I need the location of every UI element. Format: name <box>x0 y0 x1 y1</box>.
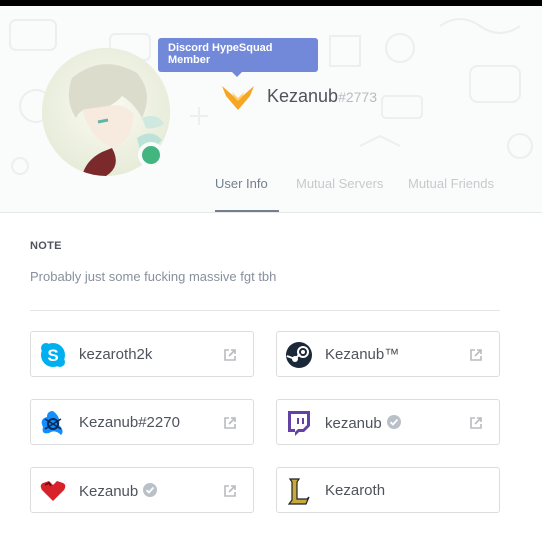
divider <box>30 310 500 311</box>
hypesquad-tooltip: Discord HypeSquad Member <box>158 38 318 77</box>
connected-account-twitch: kezanub <box>276 399 500 445</box>
account-name-text: Kezanub <box>79 483 139 500</box>
svg-text:S: S <box>47 346 58 365</box>
battlenet-icon <box>41 411 63 435</box>
username: Kezanub#2773 <box>267 86 377 107</box>
league-of-legends-icon <box>287 478 310 505</box>
online-status-indicator <box>138 142 164 168</box>
connected-account-youtube: Kezanub <box>30 467 254 513</box>
external-link-icon[interactable] <box>223 348 237 362</box>
note-title: NOTE <box>30 240 62 252</box>
tab-user-info[interactable]: User Info <box>215 174 279 212</box>
tab-mutual-friends[interactable]: Mutual Friends <box>408 174 494 212</box>
account-name: kezaroth2k <box>79 346 153 363</box>
account-name-text: kezanub <box>325 415 382 432</box>
connected-account-league: Kezaroth <box>276 467 500 513</box>
external-link-icon[interactable] <box>469 416 483 430</box>
skype-icon: S <box>41 343 65 367</box>
connected-account-steam: Kezanub™ <box>276 331 500 377</box>
external-link-icon[interactable] <box>469 348 483 362</box>
account-name: kezanub <box>325 414 402 432</box>
twitch-icon <box>288 411 310 436</box>
account-name: Kezanub <box>79 482 158 500</box>
steam-icon <box>286 342 312 368</box>
username-discriminator: #2773 <box>338 89 377 105</box>
verified-check-icon <box>386 415 401 429</box>
note-input[interactable]: Probably just some fucking massive fgt t… <box>30 269 276 284</box>
tab-mutual-servers[interactable]: Mutual Servers <box>296 174 383 212</box>
username-name: Kezanub <box>267 86 339 106</box>
connected-account-skype: S kezaroth2k <box>30 331 254 377</box>
account-name: Kezanub#2270 <box>79 414 180 431</box>
user-profile-modal: Discord HypeSquad Member Kezanub#2773 Us… <box>0 6 542 535</box>
connected-account-battlenet: Kezanub#2270 <box>30 399 254 445</box>
external-link-icon[interactable] <box>223 484 237 498</box>
profile-header: Discord HypeSquad Member Kezanub#2773 Us… <box>0 6 542 213</box>
external-link-icon[interactable] <box>223 416 237 430</box>
youtube-heart-icon <box>40 481 66 501</box>
hypesquad-badge-icon[interactable] <box>222 86 254 110</box>
account-name: Kezaroth <box>325 482 386 499</box>
account-name: Kezanub™ <box>325 346 400 363</box>
verified-check-icon <box>143 483 158 497</box>
